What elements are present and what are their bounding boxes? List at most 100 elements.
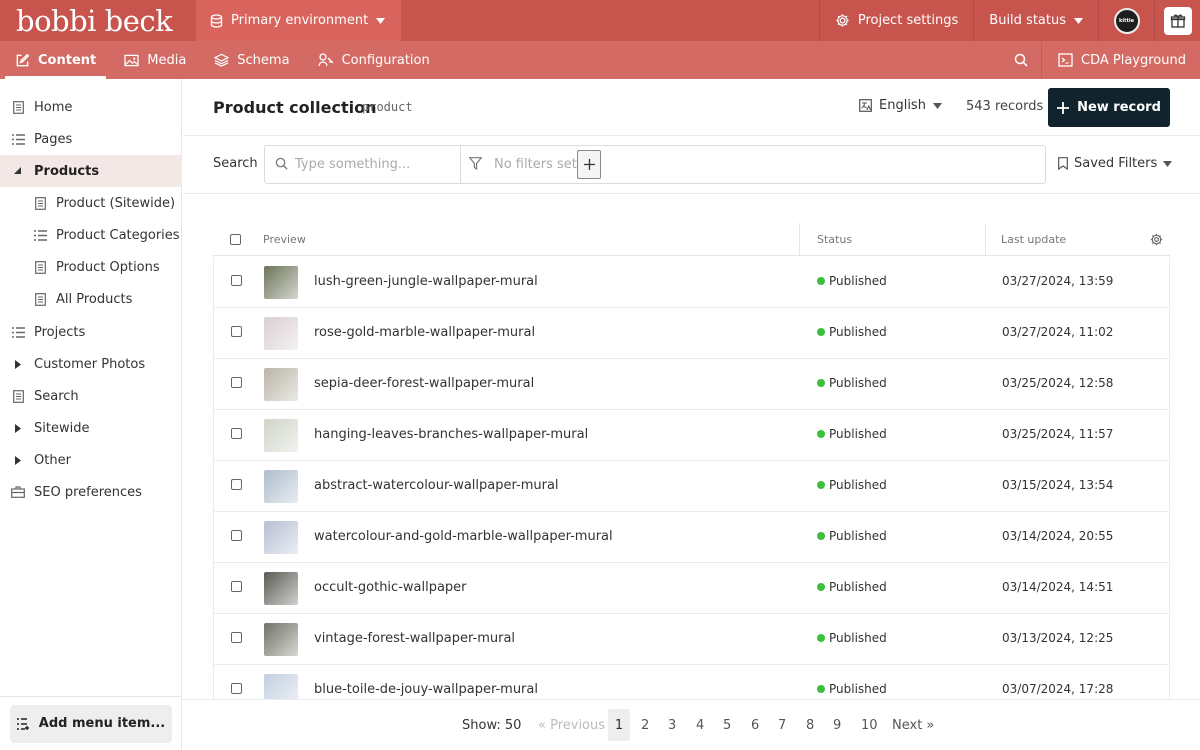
page-link[interactable]: 6: [751, 718, 759, 733]
sidebar-item-product-categories[interactable]: Product Categories: [0, 219, 182, 251]
table-row[interactable]: lush-green-jungle-wallpaper-mural Publis…: [214, 257, 1169, 308]
sidebar-item-sitewide[interactable]: Sitewide: [0, 412, 182, 444]
row-checkbox[interactable]: [231, 581, 242, 592]
last-update-date: 03/27/2024, 13:59: [1002, 274, 1114, 288]
table-row[interactable]: occult-gothic-wallpaper Published 03/14/…: [214, 563, 1169, 614]
column-header-status[interactable]: Status: [817, 233, 852, 246]
environment-selector[interactable]: Primary environment: [196, 0, 402, 41]
sidebar-item-label: Product Categories: [56, 227, 180, 243]
page-link[interactable]: 2: [641, 718, 649, 733]
sidebar-item-product-sitewide[interactable]: Product (Sitewide): [0, 187, 182, 219]
row-checkbox[interactable]: [231, 479, 242, 490]
record-title[interactable]: rose-gold-marble-wallpaper-mural: [314, 325, 535, 340]
page-link[interactable]: 7: [778, 718, 786, 733]
saved-filters-label: Saved Filters: [1074, 156, 1158, 171]
build-status-button[interactable]: Build status: [973, 0, 1098, 41]
row-checkbox[interactable]: [231, 326, 242, 337]
add-menu-item-label: Add menu item...: [38, 716, 166, 731]
global-search-button[interactable]: [1001, 41, 1041, 79]
thumbnail-image: [264, 623, 298, 656]
table-row[interactable]: hanging-leaves-branches-wallpaper-mural …: [214, 410, 1169, 461]
search-input[interactable]: [265, 146, 460, 183]
page-link-current[interactable]: 1: [608, 709, 630, 741]
column-header-preview[interactable]: Preview: [263, 233, 306, 246]
plus-icon: [583, 159, 595, 170]
sidebar-item-projects[interactable]: Projects: [0, 316, 182, 348]
row-checkbox[interactable]: [231, 683, 242, 694]
row-checkbox[interactable]: [231, 275, 242, 286]
page-link[interactable]: 9: [833, 718, 841, 733]
brand-logo[interactable]: bobbi beck: [0, 0, 196, 41]
page-link[interactable]: 8: [806, 718, 814, 733]
record-title[interactable]: watercolour-and-gold-marble-wallpaper-mu…: [314, 529, 613, 544]
row-checkbox[interactable]: [231, 377, 242, 388]
gift-icon[interactable]: [1163, 6, 1192, 35]
record-title[interactable]: sepia-deer-forest-wallpaper-mural: [314, 376, 534, 391]
sidebar-item-home[interactable]: Home: [0, 91, 182, 123]
row-checkbox[interactable]: [231, 530, 242, 541]
last-update-date: 03/07/2024, 17:28: [1002, 682, 1114, 696]
sidebar-item-search[interactable]: Search: [0, 380, 182, 412]
tab-configuration[interactable]: Configuration: [304, 41, 444, 79]
sidebar-item-customer-photos[interactable]: Customer Photos: [0, 348, 182, 380]
tab-schema[interactable]: Schema: [200, 41, 303, 79]
language-label: English: [879, 98, 926, 113]
last-update-date: 03/14/2024, 14:51: [1002, 580, 1114, 594]
image-icon: [124, 54, 139, 67]
status-dot: [817, 583, 825, 591]
next-page-link[interactable]: Next »: [892, 718, 934, 733]
whats-new-button[interactable]: [1154, 0, 1200, 41]
page-link[interactable]: 10: [861, 718, 878, 733]
select-all-checkbox[interactable]: [230, 234, 241, 245]
table-row[interactable]: vintage-forest-wallpaper-mural Published…: [214, 614, 1169, 665]
page-link[interactable]: 3: [668, 718, 676, 733]
gear-icon[interactable]: [1150, 233, 1163, 246]
tab-content[interactable]: Content: [1, 41, 110, 79]
record-title[interactable]: occult-gothic-wallpaper: [314, 580, 467, 595]
table-row[interactable]: watercolour-and-gold-marble-wallpaper-mu…: [214, 512, 1169, 563]
thumbnail-image: [264, 470, 298, 503]
record-title[interactable]: hanging-leaves-branches-wallpaper-mural: [314, 427, 588, 442]
status-dot: [817, 532, 825, 540]
record-title[interactable]: blue-toile-de-jouy-wallpaper-mural: [314, 682, 538, 697]
sidebar-item-all-products[interactable]: All Products: [0, 283, 182, 315]
cda-playground-button[interactable]: CDA Playground: [1041, 41, 1200, 79]
language-selector[interactable]: English: [859, 98, 942, 113]
add-filter-button[interactable]: [577, 150, 601, 179]
tab-media[interactable]: Media: [110, 41, 200, 79]
sidebar-item-label: Search: [34, 388, 79, 404]
new-record-button[interactable]: New record: [1048, 88, 1170, 127]
column-header-last-update[interactable]: Last update: [1001, 233, 1066, 246]
document-icon: [32, 291, 48, 307]
page-link[interactable]: 4: [696, 718, 704, 733]
page-link[interactable]: 5: [723, 718, 731, 733]
avatar[interactable]: kittie: [1113, 7, 1140, 34]
row-checkbox[interactable]: [231, 428, 242, 439]
row-checkbox[interactable]: [231, 632, 242, 643]
add-menu-item-button[interactable]: Add menu item...: [10, 704, 172, 743]
record-title[interactable]: abstract-watercolour-wallpaper-mural: [314, 478, 559, 493]
table-row[interactable]: sepia-deer-forest-wallpaper-mural Publis…: [214, 359, 1169, 410]
project-settings-button[interactable]: Project settings: [818, 0, 973, 41]
divider: [460, 146, 461, 183]
record-title[interactable]: vintage-forest-wallpaper-mural: [314, 631, 515, 646]
sidebar-item-product-options[interactable]: Product Options: [0, 251, 182, 283]
terminal-icon: [1058, 53, 1073, 67]
page-size-selector[interactable]: Show: 50: [462, 718, 521, 733]
table-row[interactable]: abstract-watercolour-wallpaper-mural Pub…: [214, 461, 1169, 512]
sidebar-item-products[interactable]: Products: [0, 155, 182, 187]
sidebar-item-label: Sitewide: [34, 420, 90, 436]
table-row[interactable]: blue-toile-de-jouy-wallpaper-mural Publi…: [214, 665, 1169, 699]
sidebar-item-seo-preferences[interactable]: SEO preferences: [0, 476, 182, 508]
record-title[interactable]: lush-green-jungle-wallpaper-mural: [314, 274, 538, 289]
records-count: 543 records: [966, 99, 1044, 114]
chevron-down-icon: [1163, 160, 1173, 167]
status-dot: [817, 379, 825, 387]
saved-filters-dropdown[interactable]: Saved Filters: [1058, 156, 1173, 171]
user-menu[interactable]: kittie: [1098, 0, 1154, 41]
previous-page-link[interactable]: « Previous: [538, 718, 605, 733]
last-update-date: 03/13/2024, 12:25: [1002, 631, 1114, 645]
table-row[interactable]: rose-gold-marble-wallpaper-mural Publish…: [214, 308, 1169, 359]
sidebar-item-other[interactable]: Other: [0, 444, 182, 476]
sidebar-item-pages[interactable]: Pages: [0, 123, 182, 155]
